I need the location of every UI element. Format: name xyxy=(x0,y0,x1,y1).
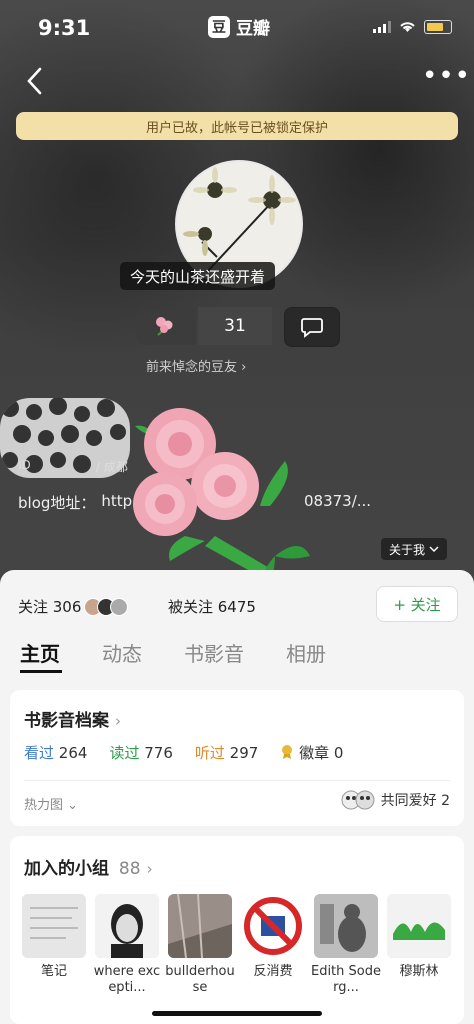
chevron-right-icon: › xyxy=(115,712,121,730)
douban-logo-icon: 豆 xyxy=(208,15,230,38)
heatmap-toggle[interactable]: 热力图 ⌄ xyxy=(24,794,78,813)
badge-stat[interactable]: 徽章 0 xyxy=(280,742,343,763)
group-item[interactable]: 反消费 xyxy=(241,894,305,996)
badge-count: 0 xyxy=(333,744,344,762)
group-item[interactable]: 笔记 xyxy=(22,894,86,996)
seen-count: 264 xyxy=(58,744,88,762)
media-archive-title[interactable]: 书影音档案 › xyxy=(24,706,121,731)
joined-groups-title[interactable]: 加入的小组 88 › xyxy=(24,854,153,879)
group-name: bullderhouse xyxy=(165,964,235,995)
flower-count-value: 31 xyxy=(224,316,246,336)
group-name: 反消费 xyxy=(253,964,293,979)
following-avatars xyxy=(84,597,129,616)
wifi-icon xyxy=(400,22,415,32)
tab-activity[interactable]: 动态 xyxy=(102,638,142,667)
tab-home[interactable]: 主页 xyxy=(20,638,60,667)
active-tab-indicator xyxy=(20,670,62,673)
badge-label: 徽章 xyxy=(299,744,330,762)
follow-button[interactable]: + 关注 xyxy=(376,586,458,622)
panda-avatar-icon xyxy=(341,790,375,810)
group-thumbnail xyxy=(314,894,378,958)
read-count: 776 xyxy=(144,744,173,762)
group-item[interactable]: where excepti... xyxy=(94,894,160,996)
seen-label: 看过 xyxy=(24,744,55,762)
follow-button-label: + 关注 xyxy=(393,595,441,614)
group-list: 笔记 where excepti... bullderhouse 反消费 Edi… xyxy=(22,894,451,996)
signal-icon xyxy=(373,21,391,33)
ellipsis-icon: ••• xyxy=(422,61,472,91)
back-button[interactable] xyxy=(20,64,50,98)
about-me-label: 关于我 xyxy=(389,542,426,557)
more-options-button[interactable]: ••• xyxy=(422,63,470,96)
group-name: 穆斯林 xyxy=(399,964,439,979)
read-stat[interactable]: 读过 776 xyxy=(109,742,172,763)
tab-media[interactable]: 书影音 xyxy=(184,638,244,667)
battery-icon xyxy=(424,20,452,34)
app-title: 豆瓣 xyxy=(236,19,270,39)
heard-label: 听过 xyxy=(194,744,225,762)
heard-stat[interactable]: 听过 297 xyxy=(195,742,258,763)
group-name: 笔记 xyxy=(40,964,67,979)
joined-groups-title-text: 加入的小组 xyxy=(24,859,109,879)
medal-icon xyxy=(282,745,293,759)
profile-tabs: 主页 动态 书影音 相册 xyxy=(20,638,326,667)
user-id-label: ID xyxy=(18,458,31,472)
status-time: 9:31 xyxy=(38,16,91,40)
joined-groups-panel: 加入的小组 88 › 笔记 where excepti... bullderhou… xyxy=(10,836,464,1024)
following-count: 关注 306 xyxy=(18,598,82,616)
divider xyxy=(24,780,450,781)
status-icons xyxy=(373,20,452,34)
group-thumbnail xyxy=(241,894,305,958)
heard-count: 297 xyxy=(229,744,259,762)
group-thumbnail xyxy=(168,894,232,958)
memorial-banner-text: 用户已故，此帐号已被锁定保护 xyxy=(145,120,328,136)
group-thumbnail xyxy=(22,894,86,958)
followers-stat[interactable]: 被关注 6475 xyxy=(168,596,256,617)
avatar xyxy=(110,597,129,616)
group-item[interactable]: 穆斯林 xyxy=(387,894,451,996)
status-bar: 9:31 豆 豆瓣 xyxy=(0,0,474,58)
shared-interests-label: 共同爱好 2 xyxy=(380,793,450,809)
tab-album[interactable]: 相册 xyxy=(286,638,326,667)
send-flower-button[interactable] xyxy=(136,307,196,345)
media-stats: 看过 264 读过 776 听过 297 徽章 0 xyxy=(24,742,343,763)
group-thumbnail xyxy=(387,894,451,958)
group-item[interactable]: bullderhouse xyxy=(165,894,235,996)
shared-interests[interactable]: 共同爱好 2 xyxy=(341,790,450,810)
seen-stat[interactable]: 看过 264 xyxy=(24,742,87,763)
mourners-link[interactable]: 前来悼念的豆友 › xyxy=(146,356,246,375)
chevron-down-icon xyxy=(429,546,439,553)
blog-address: blog地址： http 08373/... xyxy=(18,492,371,513)
joined-groups-count: 88 xyxy=(118,859,141,879)
group-item[interactable]: Edith Soderg... xyxy=(311,894,381,996)
motto-label: 今天的山茶还盛开着 xyxy=(120,262,276,290)
message-button[interactable] xyxy=(284,307,340,347)
memorial-banner: 用户已故，此帐号已被锁定保护 xyxy=(16,112,458,140)
followers-count: 被关注 6475 xyxy=(168,598,256,616)
chevron-right-icon: › xyxy=(146,860,153,878)
app-title-area: 豆 豆瓣 xyxy=(208,14,270,39)
chat-bubble-icon xyxy=(301,318,323,338)
user-city: / 成都 xyxy=(96,460,128,474)
motto-text: 今天的山茶还盛开着 xyxy=(130,267,266,286)
media-archive-title-text: 书影音档案 xyxy=(24,711,109,731)
about-me-button[interactable]: 关于我 xyxy=(381,538,448,560)
group-thumbnail xyxy=(95,894,159,958)
flower-count: 31 xyxy=(198,307,272,345)
flower-icon xyxy=(156,317,173,336)
blog-label: blog地址： xyxy=(18,494,96,512)
read-label: 读过 xyxy=(109,744,140,762)
group-name: Edith Soderg... xyxy=(310,964,381,995)
following-stat[interactable]: 关注 306 xyxy=(18,596,129,617)
group-name: where excepti... xyxy=(93,964,161,995)
home-indicator[interactable] xyxy=(152,1011,322,1016)
media-archive-panel: 书影音档案 › 看过 264 读过 776 听过 297 徽章 0 热力图 ⌄ 共… xyxy=(10,690,464,826)
chevron-left-icon xyxy=(27,67,42,95)
